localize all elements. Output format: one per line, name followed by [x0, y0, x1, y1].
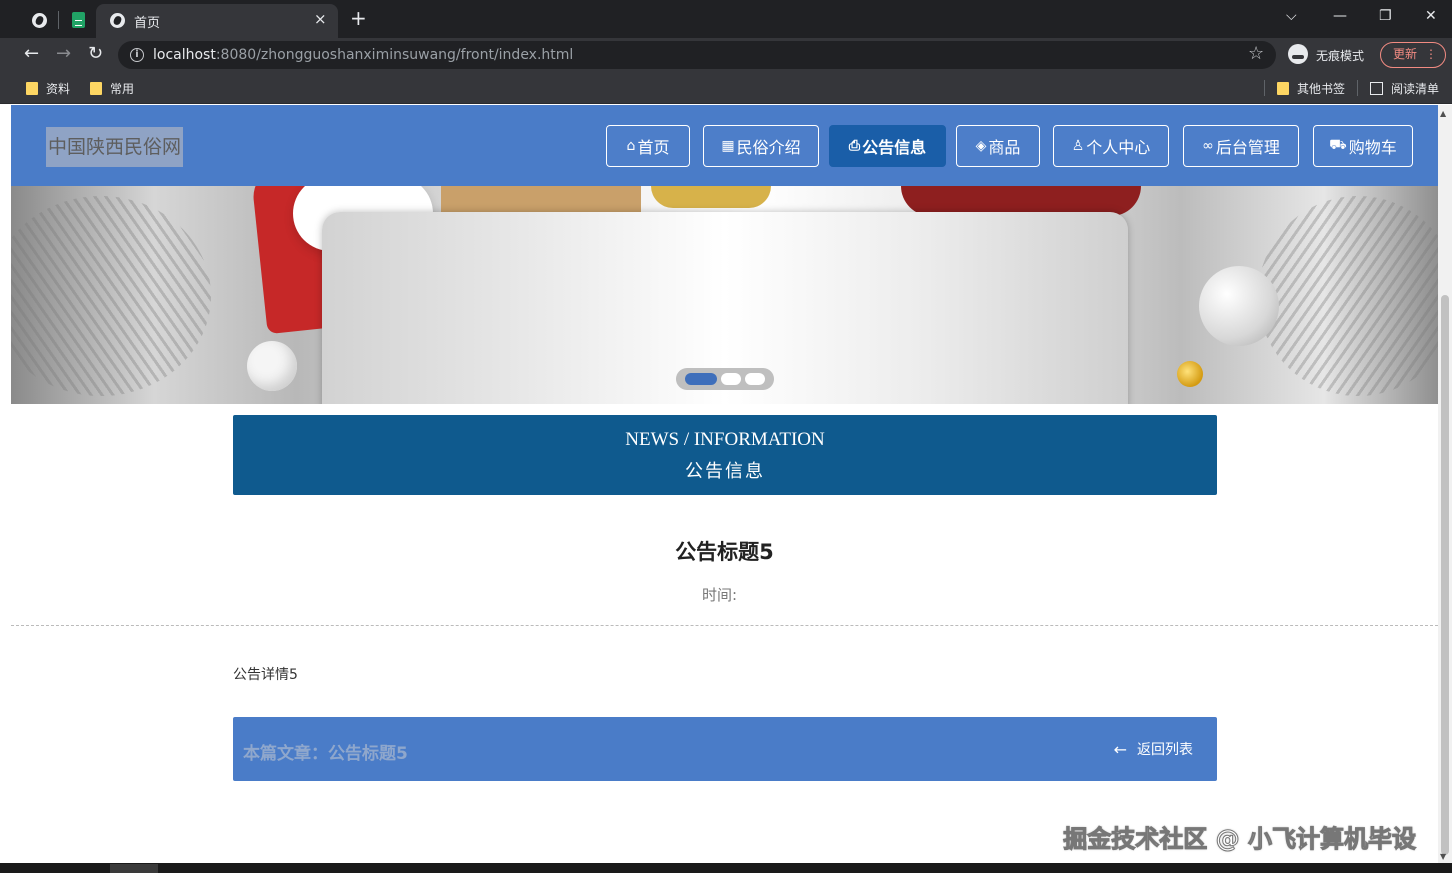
active-tab[interactable]: 首页 ×	[96, 4, 338, 38]
nav-label: 民俗介绍	[736, 138, 801, 157]
reading-list[interactable]: 阅读清单	[1370, 80, 1439, 97]
nav-label: 商品	[988, 138, 1021, 157]
article-body: 公告详情5	[233, 667, 298, 683]
spreadsheet-icon	[71, 12, 85, 28]
nav-admin[interactable]: ∞ 后台管理	[1183, 125, 1299, 167]
section-heading: NEWS / INFORMATION 公告信息	[233, 415, 1217, 495]
current-article-label: 本篇文章：公告标题5	[243, 744, 408, 764]
bookmark-label: 常用	[110, 82, 135, 96]
nav-label: 购物车	[1348, 138, 1397, 157]
update-label: 更新	[1393, 47, 1418, 61]
carousel-dot[interactable]	[685, 373, 717, 385]
arrow-left-icon: ←	[1113, 739, 1127, 759]
bookmark-label: 资料	[46, 82, 71, 96]
print-icon: ⎙	[848, 138, 861, 154]
article-title: 公告标题5	[675, 540, 774, 564]
user-icon: ♙	[1071, 138, 1085, 154]
nav-cart[interactable]: ⛟ 购物车	[1313, 125, 1413, 167]
nav-folk-intro[interactable]: ▦ 民俗介绍	[703, 125, 819, 167]
banner-decoration	[247, 341, 297, 391]
browser-tab-strip: 首页 × + ⌵ — ❐ ✕	[0, 0, 1452, 38]
globe-icon	[110, 13, 125, 28]
reading-list-label: 阅读清单	[1391, 82, 1440, 96]
article-footer-bar: 本篇文章：公告标题5 ← 返回列表	[233, 717, 1217, 781]
more-menu-icon[interactable]: ⋮	[1425, 43, 1437, 65]
banner-decoration	[1199, 266, 1279, 346]
nav-announcements[interactable]: ⎙ 公告信息	[829, 125, 946, 167]
article-time: 时间:	[701, 586, 738, 604]
folder-icon	[1277, 82, 1289, 95]
bookmark-folder-changyong[interactable]: 常用	[90, 80, 134, 97]
minimize-button[interactable]: —	[1333, 8, 1347, 24]
tab-search-icon[interactable]: ⌵	[1286, 8, 1297, 24]
bookmark-folder-ziliao[interactable]: 资料	[26, 80, 70, 97]
page-viewport: 中国陕西民俗网 ⌂ 首页 ▦ 民俗介绍 ⎙ 公告信息 ◈ 商品 ♙ 个人中心 ∞…	[11, 105, 1438, 863]
link-icon: ∞	[1202, 138, 1214, 154]
nav-user-center[interactable]: ♙ 个人中心	[1053, 125, 1169, 167]
page-scrollbar[interactable]: ▲ ▼	[1438, 105, 1452, 863]
bookmarks-bar: 资料 常用 其他书签 阅读清单	[0, 72, 1452, 104]
reading-list-icon	[1370, 82, 1383, 95]
banner-decoration	[651, 186, 771, 208]
scroll-down-icon[interactable]: ▼	[1440, 852, 1446, 861]
new-tab-button[interactable]: +	[350, 8, 367, 28]
bookmark-star-icon[interactable]: ☆	[1248, 43, 1264, 64]
close-window-button[interactable]: ✕	[1425, 8, 1437, 24]
watermark: 掘金技术社区 @ 小飞计算机毕设	[1063, 825, 1417, 854]
reload-icon[interactable]: ↻	[88, 44, 103, 64]
carousel-dot[interactable]	[745, 373, 765, 385]
other-bookmarks[interactable]: 其他书签	[1277, 80, 1345, 97]
url-text: localhost:8080/zhongguoshanximinsuwang/f…	[153, 47, 573, 63]
os-taskbar	[0, 863, 1452, 873]
restore-button[interactable]: ❐	[1379, 8, 1392, 24]
nav-label: 首页	[637, 138, 670, 157]
forward-arrow-icon[interactable]: →	[56, 44, 71, 64]
other-bookmarks-label: 其他书签	[1297, 82, 1346, 96]
update-button[interactable]: 更新 ⋮	[1380, 42, 1446, 68]
carousel-dot[interactable]	[721, 373, 741, 385]
folder-icon	[26, 82, 38, 95]
goods-icon: ◈	[975, 138, 987, 154]
bookmark-separator	[1357, 80, 1358, 96]
section-title-cn: 公告信息	[685, 461, 765, 482]
banner-carousel[interactable]	[11, 186, 1438, 404]
nav-label: 公告信息	[862, 138, 927, 157]
divider	[11, 625, 1438, 626]
nav-home[interactable]: ⌂ 首页	[606, 125, 690, 167]
taskbar-item[interactable]	[110, 864, 158, 873]
url-path: :8080/zhongguoshanximinsuwang/front/inde…	[215, 47, 574, 63]
calendar-icon: ▦	[721, 138, 735, 154]
globe-icon	[31, 12, 47, 28]
nav-label: 后台管理	[1215, 138, 1280, 157]
banner-decoration	[11, 196, 211, 396]
pinned-tab-sheets[interactable]	[66, 8, 90, 32]
tab-separator	[58, 11, 59, 29]
section-title-en: NEWS / INFORMATION	[625, 429, 825, 450]
cart-icon: ⛟	[1329, 137, 1347, 153]
scroll-up-icon[interactable]: ▲	[1440, 109, 1446, 118]
nav-goods[interactable]: ◈ 商品	[956, 125, 1040, 167]
nav-label: 个人中心	[1086, 138, 1151, 157]
back-to-list-label: 返回列表	[1137, 742, 1193, 758]
banner-decoration	[1177, 361, 1203, 387]
site-info-icon[interactable]: i	[130, 48, 144, 62]
site-logo[interactable]: 中国陕西民俗网	[46, 127, 184, 167]
scrollbar-thumb[interactable]	[1441, 295, 1449, 855]
carousel-indicators	[676, 368, 774, 390]
address-bar[interactable]: i localhost:8080/zhongguoshanximinsuwang…	[118, 41, 1276, 69]
site-header: 中国陕西民俗网 ⌂ 首页 ▦ 民俗介绍 ⎙ 公告信息 ◈ 商品 ♙ 个人中心 ∞…	[11, 105, 1438, 186]
pinned-tab-globe[interactable]	[27, 8, 51, 32]
folder-icon	[90, 82, 102, 95]
browser-toolbar: ← → ↻ i localhost:8080/zhongguoshanximin…	[0, 38, 1452, 72]
bookmark-separator	[1264, 80, 1265, 96]
back-to-list-button[interactable]: ← 返回列表	[1114, 739, 1193, 759]
home-icon: ⌂	[626, 138, 636, 154]
banner-decoration	[1258, 196, 1438, 396]
url-host: localhost	[153, 47, 216, 63]
tab-title: 首页	[134, 16, 161, 31]
tab-close-icon[interactable]: ×	[314, 10, 327, 28]
back-arrow-icon[interactable]: ←	[24, 44, 39, 64]
incognito-icon	[1288, 44, 1308, 64]
incognito-label: 无痕模式	[1316, 49, 1365, 63]
